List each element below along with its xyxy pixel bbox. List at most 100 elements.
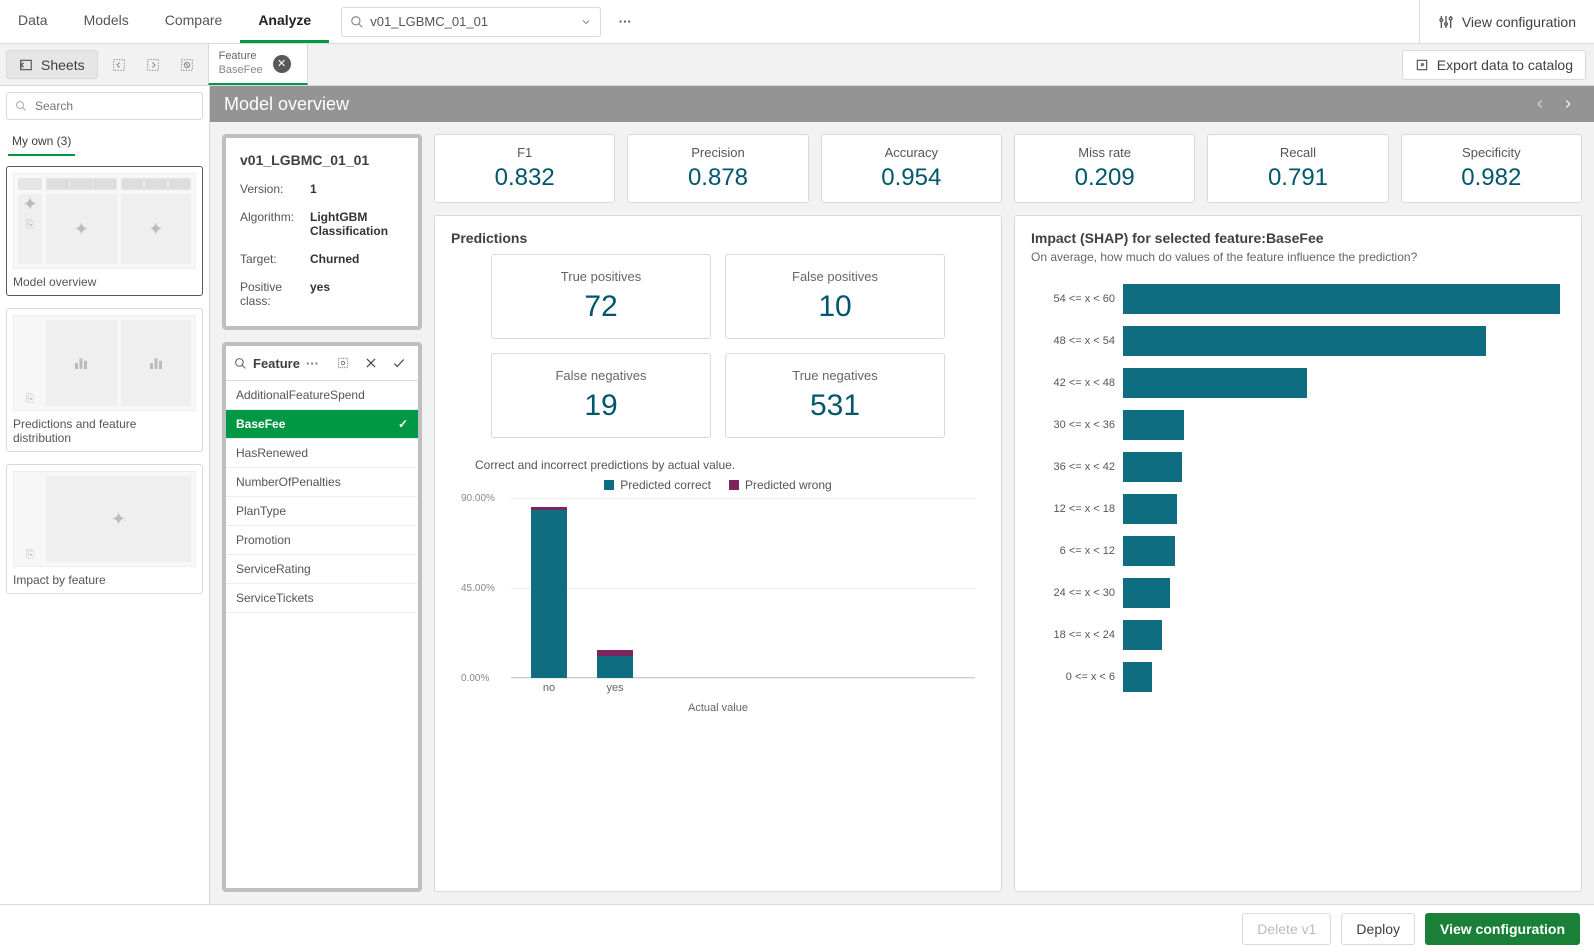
feature-selector-panel: Feature ··· AdditionalFeatureSpendBaseFe… [222, 342, 422, 892]
feature-item[interactable]: ServiceRating [226, 555, 418, 584]
sheet-card-impact[interactable]: ⎘ ✦ Impact by feature [6, 464, 203, 594]
sheets-icon [19, 58, 33, 72]
view-configuration-label: View configuration [1462, 14, 1576, 30]
feature-item[interactable]: AdditionalFeatureSpend [226, 381, 418, 410]
barchart-icon [46, 320, 117, 406]
legend-swatch-correct [604, 480, 614, 490]
search-icon [350, 15, 364, 29]
next-sheet-button[interactable] [1556, 92, 1580, 116]
metric-label: Accuracy [826, 145, 997, 160]
tab-data[interactable]: Data [0, 0, 66, 43]
shap-bar-row: 54 <= x < 60 [1031, 280, 1565, 318]
metric-card: Recall 0.791 [1207, 134, 1388, 203]
metrics-row: F10.832Precision0.878Accuracy0.954Miss r… [434, 134, 1582, 203]
sheets-button[interactable]: Sheets [6, 50, 98, 79]
shap-subtitle: On average, how much do values of the fe… [1031, 250, 1565, 264]
model-name: v01_LGBMC_01_01 [240, 152, 404, 168]
more-menu[interactable]: ··· [613, 10, 637, 34]
puzzle-icon: ✦ [18, 194, 42, 215]
active-selection-pill[interactable]: Feature BaseFee ✕ [208, 44, 308, 85]
metric-label: Precision [632, 145, 803, 160]
search-input[interactable] [33, 98, 194, 114]
shap-barchart[interactable]: 54 <= x < 60 48 <= x < 54 42 <= x < 48 30 <… [1031, 274, 1565, 877]
shap-panel: Impact (SHAP) for selected feature:BaseF… [1014, 215, 1582, 892]
add-sheet-icon: ⎘ [18, 476, 42, 562]
shap-bar-row: 6 <= x < 12 [1031, 532, 1565, 570]
sheet-card-predictions-dist[interactable]: ⎘ Predictions and feature distribution [6, 308, 203, 452]
sheet-card-model-overview[interactable]: ✦ ⎘ ✦ ✦ Model overview [6, 166, 203, 296]
model-info-panel: v01_LGBMC_01_01 Version: 1 Algorithm: Li… [222, 134, 422, 330]
tab-models[interactable]: Models [66, 0, 147, 43]
selection-toolbar [104, 44, 202, 85]
tab-analyze[interactable]: Analyze [240, 0, 329, 43]
predictions-title: Predictions [451, 230, 985, 246]
feature-item[interactable]: ServiceTickets [226, 584, 418, 613]
shap-title: Impact (SHAP) for selected feature:BaseF… [1031, 230, 1565, 246]
confusion-tp: True positives 72 [491, 254, 711, 339]
sheets-label: Sheets [41, 57, 85, 73]
sheet-label: Predictions and feature distribution [13, 411, 196, 445]
sidebar-search[interactable] [6, 92, 203, 120]
feature-item[interactable]: HasRenewed [226, 439, 418, 468]
export-button[interactable]: Export data to catalog [1402, 50, 1586, 80]
selection-tool-icon[interactable] [332, 352, 354, 374]
metric-value: 0.954 [826, 164, 997, 192]
feature-item[interactable]: BaseFee✓ [226, 410, 418, 439]
sheets-sidebar: My own (3) ✦ ⎘ ✦ ✦ Model overview [0, 86, 210, 904]
close-icon[interactable]: ✕ [273, 55, 291, 73]
shap-bar-row: 0 <= x < 6 [1031, 658, 1565, 696]
metric-value: 0.791 [1212, 164, 1383, 192]
add-sheet-icon: ⎘ [18, 219, 42, 232]
predictions-panel: Predictions True positives 72 False posi… [434, 215, 1002, 892]
shap-bar-row: 42 <= x < 48 [1031, 364, 1565, 402]
metric-label: F1 [439, 145, 610, 160]
metric-label: Specificity [1406, 145, 1577, 160]
export-icon [1415, 58, 1429, 72]
metric-label: Recall [1212, 145, 1383, 160]
tab-compare[interactable]: Compare [147, 0, 241, 43]
shap-bar-row: 24 <= x < 30 [1031, 574, 1565, 612]
sliders-icon [1438, 14, 1454, 30]
predictions-subtitle: Correct and incorrect predictions by act… [475, 458, 985, 472]
predictions-xaxis-label: Actual value [451, 702, 985, 714]
metric-card: Miss rate0.209 [1014, 134, 1195, 203]
check-icon: ✓ [398, 417, 408, 431]
sidebar-tab-myown[interactable]: My own (3) [8, 128, 75, 156]
predictions-barchart[interactable]: 0.00%45.00%90.00%noyes [511, 498, 975, 698]
feature-item[interactable]: NumberOfPenalties [226, 468, 418, 497]
feature-item[interactable]: Promotion [226, 526, 418, 555]
selection-back-icon[interactable] [104, 50, 134, 80]
prev-sheet-button[interactable] [1528, 92, 1552, 116]
metric-card: Accuracy 0.954 [821, 134, 1002, 203]
feature-item[interactable]: PlanType [226, 497, 418, 526]
nav-tabs: Data Models Compare Analyze [0, 0, 329, 43]
feature-panel-label: Feature [253, 356, 300, 371]
confusion-fp: False positives 10 [725, 254, 945, 339]
shap-bar-row: 48 <= x < 54 [1031, 322, 1565, 360]
confirm-icon[interactable] [388, 352, 410, 374]
pill-key: Feature [219, 50, 263, 63]
metric-value: 0.878 [632, 164, 803, 192]
search-icon[interactable] [234, 357, 247, 370]
pill-value: BaseFee [219, 64, 263, 77]
feature-list: AdditionalFeatureSpendBaseFee✓HasRenewed… [226, 381, 418, 888]
view-configuration-button[interactable]: View configuration [1425, 913, 1580, 945]
selection-forward-icon[interactable] [138, 50, 168, 80]
chevron-down-icon [580, 16, 592, 28]
export-label: Export data to catalog [1437, 57, 1573, 73]
puzzle-icon: ✦ [46, 476, 191, 562]
search-icon [15, 100, 27, 112]
view-configuration-link[interactable]: View configuration [1419, 0, 1594, 43]
top-bar: Data Models Compare Analyze v01_LGBMC_01… [0, 0, 1594, 44]
shap-bar-row: 30 <= x < 36 [1031, 406, 1565, 444]
shap-bar-row: 36 <= x < 42 [1031, 448, 1565, 486]
metric-label: Miss rate [1019, 145, 1190, 160]
deploy-button[interactable]: Deploy [1341, 913, 1415, 945]
close-icon[interactable] [360, 352, 382, 374]
selection-clear-icon[interactable] [172, 50, 202, 80]
model-select[interactable]: v01_LGBMC_01_01 [341, 7, 601, 37]
puzzle-icon: ✦ [46, 194, 117, 264]
more-icon[interactable]: ··· [306, 356, 319, 371]
page-header: Model overview [210, 86, 1594, 122]
footer-bar: Delete v1 Deploy View configuration [0, 904, 1594, 952]
